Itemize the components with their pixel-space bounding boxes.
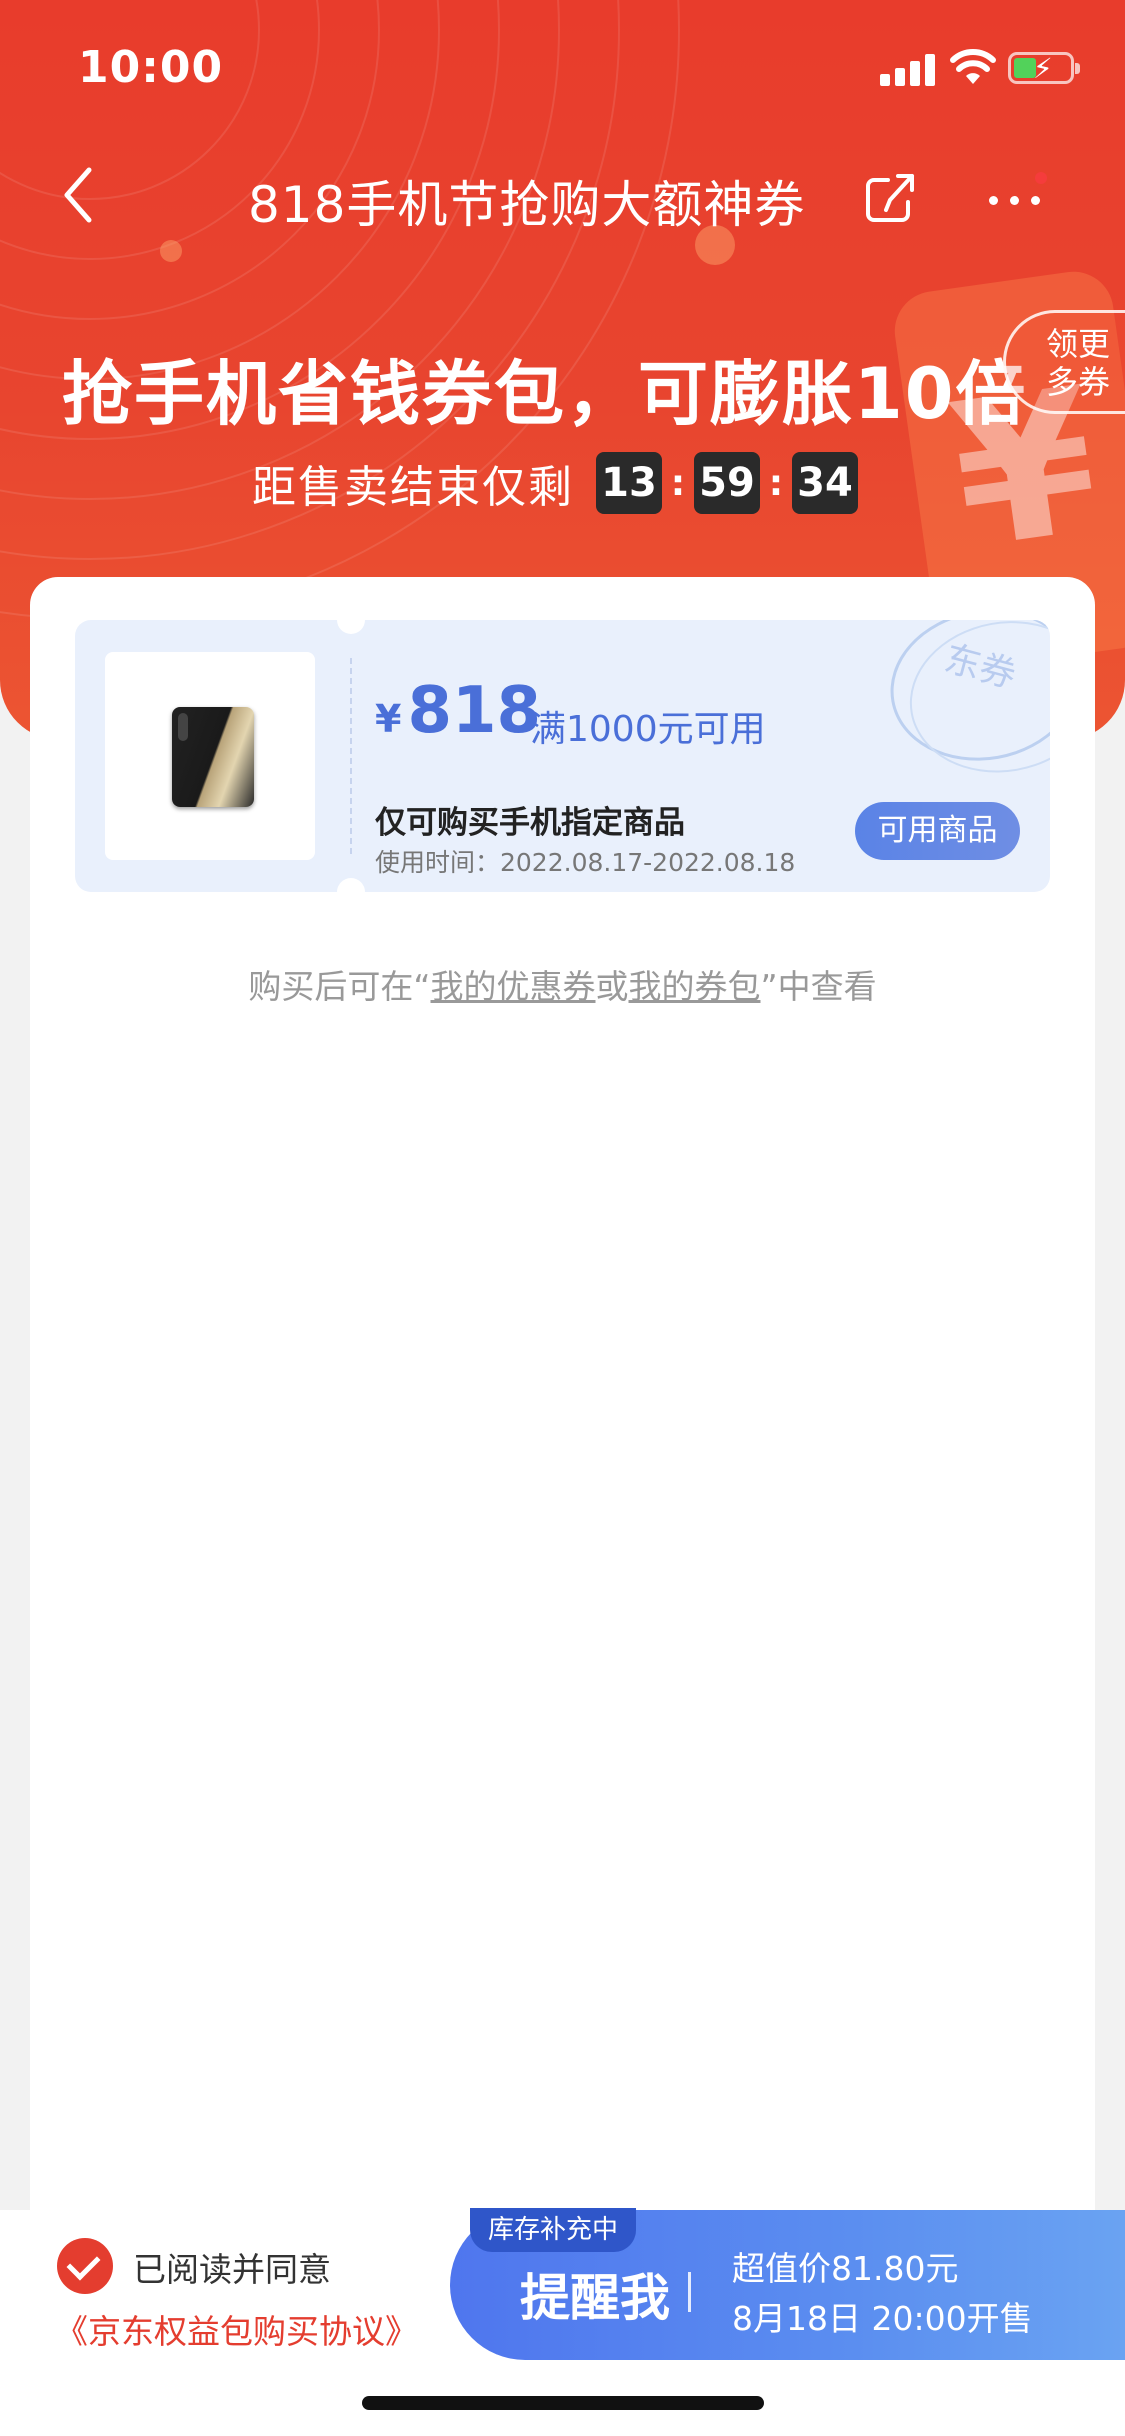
my-coupon-pack-link[interactable]: 我的券包 <box>629 967 761 1006</box>
agreement-link[interactable]: 《京东权益包购买协议》 <box>55 2305 418 2353</box>
coupon-amount: ¥ 818 <box>375 674 541 748</box>
ticket-divider <box>350 658 352 854</box>
remind-me-label: 提醒我 <box>520 2269 670 2327</box>
countdown-separator: : <box>670 462 686 504</box>
view-coupons-hint: 购买后可在“我的优惠券或我的券包”中查看 <box>0 960 1125 1008</box>
product-thumbnail[interactable] <box>105 652 315 860</box>
home-indicator[interactable] <box>362 2396 764 2410</box>
get-more-coupons-button[interactable]: 领更 多券 <box>1003 310 1125 414</box>
cta-divider <box>688 2272 691 2312</box>
get-more-coupons-line2: 多券 <box>1046 363 1111 401</box>
countdown-hours: 13 <box>596 452 662 514</box>
back-chevron-icon[interactable] <box>55 160 105 230</box>
countdown-separator: : <box>768 462 784 504</box>
coupon-ticket[interactable]: 东券 ¥ 818 满1000元可用 仅可购买手机指定商品 使用时间：2022.0… <box>75 620 1050 892</box>
coupon-valid-period: 使用时间：2022.08.17-2022.08.18 <box>375 848 796 877</box>
coupon-condition: 满1000元可用 <box>530 709 766 750</box>
share-icon[interactable] <box>862 170 918 226</box>
bg-dot <box>160 240 182 262</box>
coupon-value: 818 <box>407 674 542 748</box>
countdown-seconds: 34 <box>792 452 858 514</box>
countdown-minutes: 59 <box>694 452 760 514</box>
eligible-products-button[interactable]: 可用商品 <box>855 802 1020 860</box>
coupon-description: 仅可购买手机指定商品 <box>375 805 685 841</box>
ticket-notch <box>337 878 365 892</box>
status-time: 10:00 <box>78 42 224 93</box>
status-bar: 10:00 ⚡ <box>0 0 1125 140</box>
hint-prefix: 购买后可在“ <box>248 967 431 1006</box>
battery-charging-icon: ⚡ <box>1008 52 1080 85</box>
ticket-edge <box>75 700 81 810</box>
promo-headline: 抢手机省钱券包，可膨胀10倍 <box>62 353 1028 435</box>
wifi-icon <box>950 49 996 84</box>
get-more-coupons-line1: 领更 <box>1046 325 1111 363</box>
notification-dot <box>1035 172 1047 184</box>
hint-middle: 或 <box>595 967 629 1006</box>
cellular-signal-icon <box>880 52 936 86</box>
sale-countdown: 距售卖结束仅剩 13 : 59 : 34 <box>252 452 858 514</box>
agree-checkbox[interactable] <box>57 2238 113 2294</box>
hint-suffix: ”中查看 <box>760 967 877 1006</box>
remind-me-button[interactable]: 库存补充中 提醒我 超值价81.80元 8月18日 20:00开售 <box>450 2208 1125 2360</box>
ticket-notch <box>337 620 365 634</box>
special-price: 超值价81.80元 <box>732 2249 959 2288</box>
smartphone-image <box>172 707 254 807</box>
currency-symbol: ¥ <box>375 697 402 741</box>
restock-badge: 库存补充中 <box>470 2208 637 2252</box>
my-coupons-link[interactable]: 我的优惠券 <box>431 967 596 1006</box>
page-title: 818手机节抢购大额神券 <box>248 176 806 234</box>
countdown-label: 距售卖结束仅剩 <box>252 462 574 513</box>
agree-label: 已阅读并同意 <box>133 2250 331 2289</box>
sale-start-time: 8月18日 20:00开售 <box>732 2299 1033 2338</box>
